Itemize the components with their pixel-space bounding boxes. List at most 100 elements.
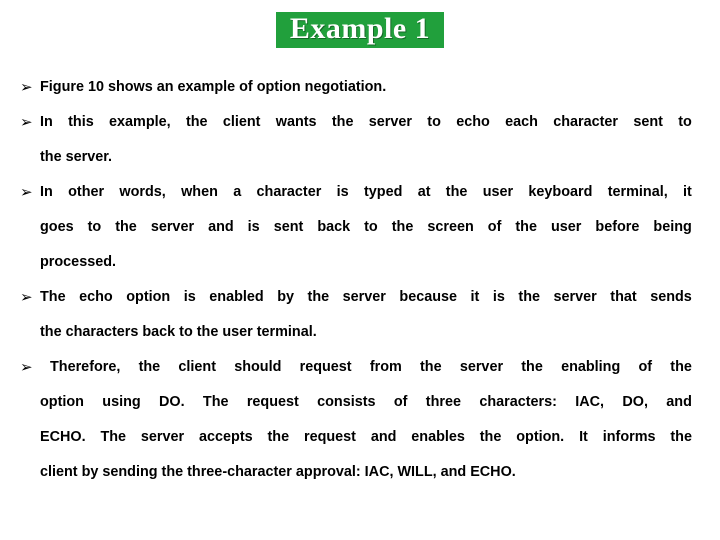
- text-word: The: [40, 289, 66, 305]
- list-item-text: Figure 10 shows an example of option neg…: [40, 70, 692, 105]
- text-word: sends: [650, 289, 692, 305]
- text-word: and: [370, 429, 397, 445]
- text-word: because: [399, 289, 458, 305]
- text-word: enables: [411, 429, 465, 445]
- text-word: by: [277, 289, 294, 305]
- text-word: of: [487, 219, 502, 235]
- text-word: IAC,: [575, 394, 605, 410]
- text-word: this: [68, 114, 94, 130]
- text-word: In: [40, 114, 53, 130]
- text-word: wants: [275, 114, 317, 130]
- text-word: echo: [79, 289, 113, 305]
- text-word: server: [140, 429, 185, 445]
- text-word: at: [417, 184, 431, 200]
- text-word: example,: [109, 114, 171, 130]
- text-word: back: [317, 219, 351, 235]
- text-word: consists: [317, 394, 376, 410]
- list-item: ➢ In other words, when a character is typed at the…: [20, 175, 692, 280]
- text-word: a: [233, 184, 242, 200]
- text-word: option.: [516, 429, 565, 445]
- text-word: server: [342, 289, 386, 305]
- text-word: the: [267, 429, 290, 445]
- bullet-list: ➢ Figure 10 shows an example of option ne…: [20, 70, 692, 490]
- list-item: ➢ In this example, the client wants the server to…: [20, 105, 692, 175]
- list-item: ➢ Therefore, the client should request from the…: [20, 350, 692, 490]
- text-word: request: [299, 359, 352, 375]
- text-word: the: [479, 429, 502, 445]
- text-word: that: [610, 289, 637, 305]
- text-line: In other words, when a character is typed at the u…: [40, 175, 692, 210]
- text-line: client by sending the three-character ap…: [40, 464, 516, 480]
- text-word: other: [68, 184, 105, 200]
- text-word: screen: [427, 219, 474, 235]
- title-highlight-box: Example 1: [275, 12, 445, 48]
- text-line: the characters back to the user terminal…: [40, 324, 317, 340]
- text-word: is: [336, 184, 349, 200]
- text-word: sent: [273, 219, 304, 235]
- text-word: option: [126, 289, 171, 305]
- text-word: The: [202, 394, 229, 410]
- text-word: before: [595, 219, 640, 235]
- text-word: to: [678, 114, 692, 130]
- text-word: from: [369, 359, 402, 375]
- text-word: goes: [40, 219, 74, 235]
- slide-root: Example 1 ➢ Figure 10 shows an example of…: [0, 0, 720, 540]
- text-word: to: [364, 219, 378, 235]
- text-word: echo: [456, 114, 490, 130]
- list-item-text: The echo option is enabled by the server because…: [40, 280, 692, 350]
- text-word: server: [553, 289, 597, 305]
- text-word: user: [551, 219, 582, 235]
- text-word: and: [208, 219, 234, 235]
- text-word: it: [470, 289, 480, 305]
- text-word: user: [482, 184, 514, 200]
- text-word: DO,: [622, 394, 648, 410]
- bullet-arrow-icon: ➢: [20, 183, 33, 201]
- list-item-text: In this example, the client wants the server to e…: [40, 105, 692, 175]
- text-word: is: [183, 289, 196, 305]
- text-word: terminal,: [607, 184, 668, 200]
- text-word: the: [420, 359, 442, 375]
- text-word: request: [303, 429, 356, 445]
- text-word: is: [492, 289, 505, 305]
- text-word: characters:: [479, 394, 557, 410]
- text-word: It: [579, 429, 588, 445]
- text-word: accepts: [199, 429, 253, 445]
- text-word: DO.: [158, 394, 185, 410]
- text-word: three: [425, 394, 461, 410]
- list-item-text: Therefore, the client should request from the s…: [40, 350, 692, 490]
- text-word: of: [638, 359, 653, 375]
- text-word: the: [670, 429, 692, 445]
- text-word: it: [683, 184, 692, 200]
- text-line: option using DO. The request consists of three c…: [40, 385, 692, 420]
- text-word: character: [256, 184, 322, 200]
- text-word: server: [368, 114, 412, 130]
- text-word: enabled: [209, 289, 264, 305]
- text-word: should: [234, 359, 282, 375]
- text-word: keyboard: [528, 184, 593, 200]
- text-word: ECHO.: [40, 429, 86, 445]
- text-word: informs: [602, 429, 656, 445]
- text-word: the: [670, 359, 692, 375]
- bullet-arrow-icon: ➢: [20, 78, 33, 96]
- text-word: the: [391, 219, 414, 235]
- text-word: the: [185, 114, 208, 130]
- bullet-arrow-icon: ➢: [20, 113, 33, 131]
- text-word: the: [115, 219, 137, 235]
- text-line: Figure 10 shows an example of option neg…: [40, 79, 387, 95]
- text-word: the: [445, 184, 468, 200]
- text-word: server: [150, 219, 195, 235]
- text-word: the: [518, 289, 541, 305]
- page-title: Example 1: [289, 12, 431, 45]
- text-word: enabling: [561, 359, 621, 375]
- list-item-text: In other words, when a character is typed at the u…: [40, 175, 692, 280]
- text-word: the: [521, 359, 543, 375]
- text-line: goes to the server and is sent back to the screen o…: [40, 210, 692, 245]
- bullet-arrow-icon: ➢: [20, 358, 33, 376]
- text-word: using: [102, 394, 141, 410]
- text-word: being: [653, 219, 692, 235]
- text-word: client: [178, 359, 216, 375]
- text-word: typed: [363, 184, 403, 200]
- text-line: processed.: [40, 254, 116, 270]
- text-word: to: [87, 219, 102, 235]
- text-word: of: [393, 394, 408, 410]
